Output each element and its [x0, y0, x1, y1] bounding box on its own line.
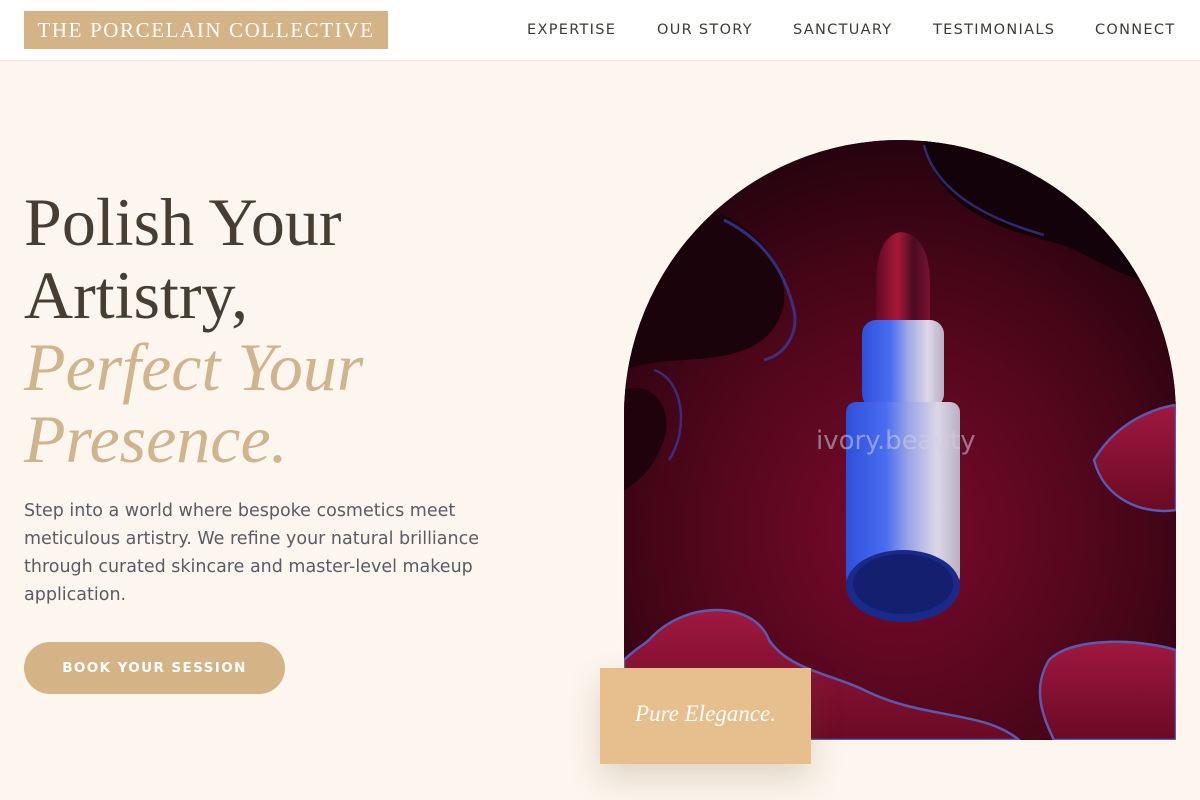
- book-session-button[interactable]: BOOK YOUR SESSION: [24, 642, 285, 694]
- hero-title-line-4: Presence.: [24, 401, 288, 477]
- badge-text: Pure Elegance.: [635, 701, 776, 726]
- nav-link-sanctuary[interactable]: SANCTUARY: [793, 19, 892, 41]
- nav-link-connect[interactable]: CONNECT: [1095, 19, 1175, 41]
- pure-elegance-badge: Pure Elegance.: [600, 668, 811, 764]
- hero-title-line-2: Artistry,: [24, 257, 249, 333]
- hero-title-line-1: Polish Your: [24, 184, 342, 260]
- image-watermark: ivory.beauty: [816, 426, 976, 456]
- site-header: THE PORCELAIN COLLECTIVE EXPERTISE OUR S…: [0, 0, 1200, 61]
- brand-logo[interactable]: THE PORCELAIN COLLECTIVE: [24, 11, 388, 49]
- nav-link-testimonials[interactable]: TESTIMONIALS: [933, 19, 1055, 41]
- hero-title-line-3: Perfect Your: [24, 329, 364, 405]
- nav-link-our-story[interactable]: OUR STORY: [657, 19, 753, 41]
- hero-description: Step into a world where bespoke cosmetic…: [24, 501, 479, 605]
- nav-link-expertise[interactable]: EXPERTISE: [527, 19, 616, 41]
